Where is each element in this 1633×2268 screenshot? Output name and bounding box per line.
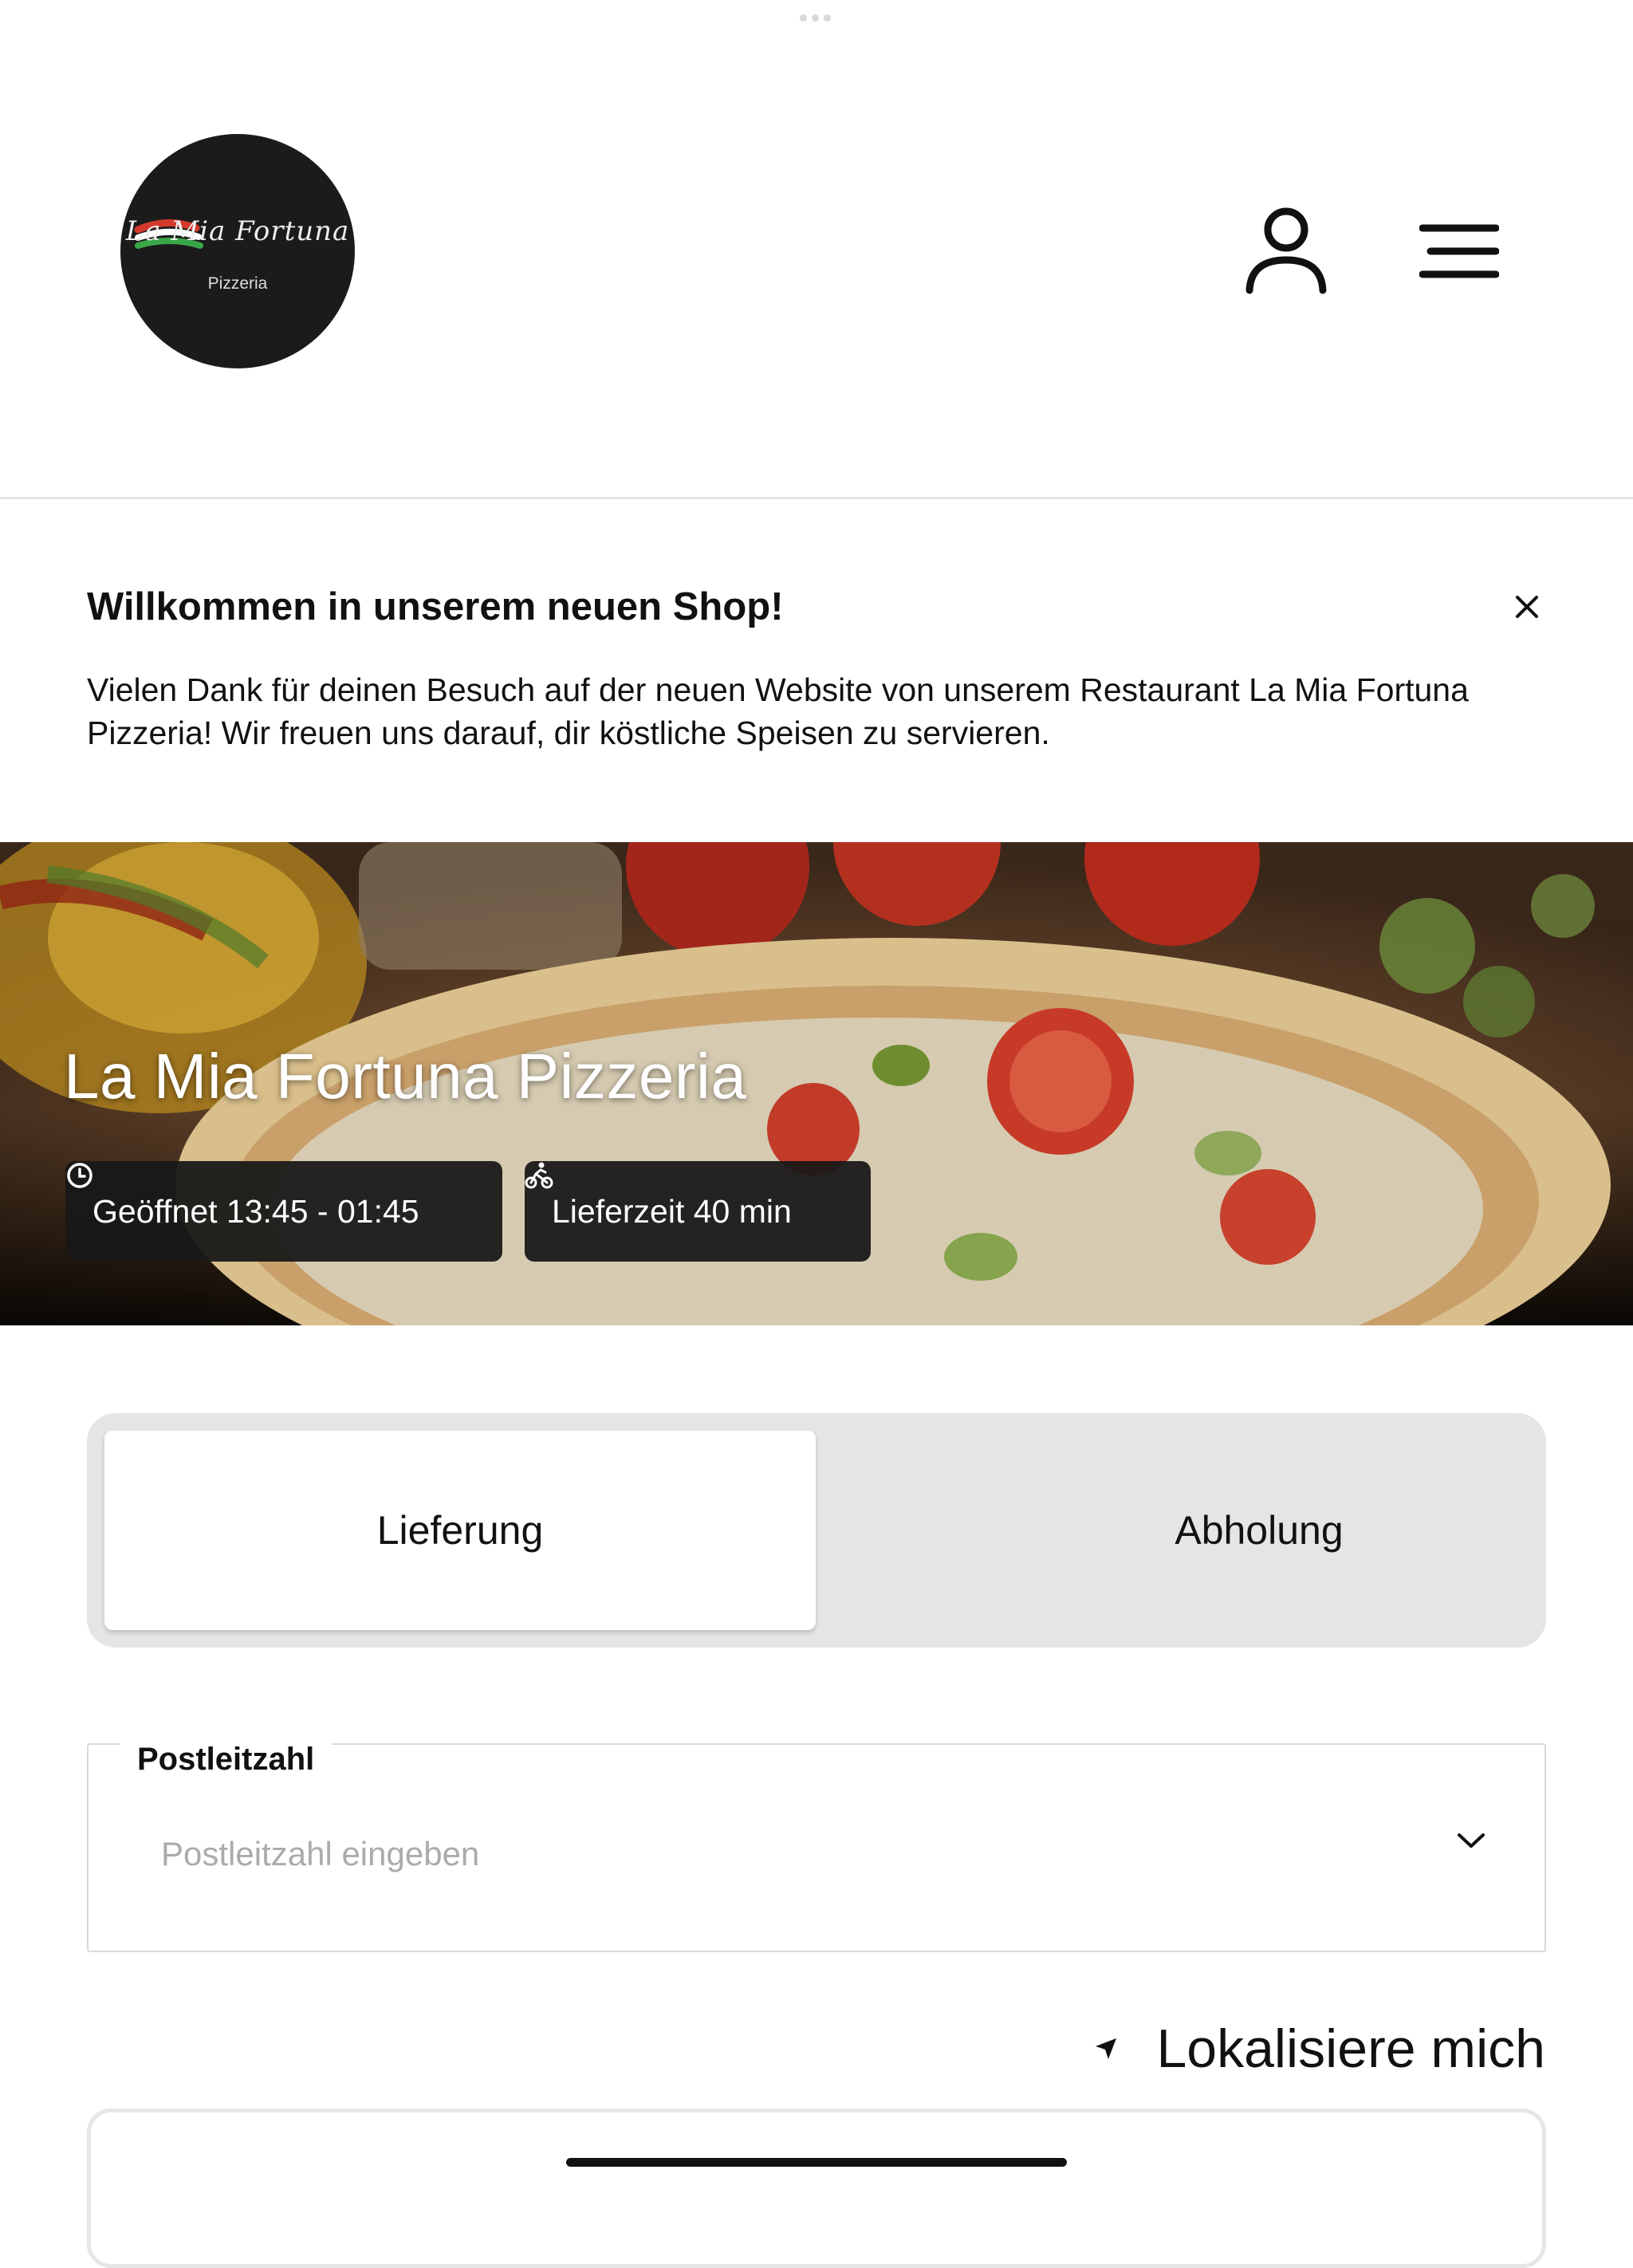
home-indicator	[566, 2158, 1067, 2167]
pickup-option[interactable]: Abholung	[903, 1431, 1615, 1630]
bicycle-courier-icon	[525, 1162, 553, 1189]
hamburger-menu-icon	[1419, 224, 1499, 278]
user-icon	[1245, 207, 1327, 294]
delivery-time-text: Lieferzeit 40 min	[552, 1192, 792, 1230]
postal-code-input[interactable]	[159, 1830, 1356, 1878]
menu-button[interactable]	[1411, 215, 1507, 287]
opening-hours-chip: Geöffnet 13:45 - 01:45	[65, 1161, 502, 1262]
delivery-time-chip: Lieferzeit 40 min	[525, 1161, 871, 1262]
next-section-card	[87, 2109, 1546, 2268]
site-header: La Mia Fortuna Pizzeria	[0, 0, 1633, 499]
hero-title: La Mia Fortuna Pizzeria	[64, 1041, 747, 1112]
logo-sub-text: Pizzeria	[207, 274, 268, 293]
italian-flag-stripes	[134, 219, 203, 249]
welcome-text: Vielen Dank für deinen Besuch auf der ne…	[87, 671, 1469, 751]
close-icon	[1516, 596, 1538, 618]
order-mode-toggle: Lieferung Abholung	[87, 1413, 1546, 1648]
restaurant-logo[interactable]: La Mia Fortuna Pizzeria	[120, 134, 355, 368]
welcome-title: Willkommen in unserem neuen Shop!	[87, 585, 784, 628]
locate-me-label: Lokalisiere mich	[1156, 2018, 1545, 2079]
location-arrow-icon	[1096, 2038, 1117, 2059]
opening-hours-text: Geöffnet 13:45 - 01:45	[92, 1192, 419, 1230]
account-button[interactable]	[1240, 203, 1332, 298]
logo-script-text: La Mia Fortuna	[125, 215, 350, 247]
welcome-close-button[interactable]	[1509, 589, 1545, 625]
hero-banner: La Mia Fortuna Pizzeria Geöffnet 13:45 -…	[0, 842, 1633, 1325]
clock-icon	[67, 1163, 92, 1188]
chevron-down-icon	[1458, 1833, 1485, 1848]
locate-me-button[interactable]: Lokalisiere mich	[1094, 2018, 1545, 2080]
delivery-option[interactable]: Lieferung	[104, 1431, 816, 1630]
postal-code-label: Postleitzahl	[120, 1742, 333, 1778]
postal-code-dropdown-toggle[interactable]	[1453, 1825, 1489, 1857]
